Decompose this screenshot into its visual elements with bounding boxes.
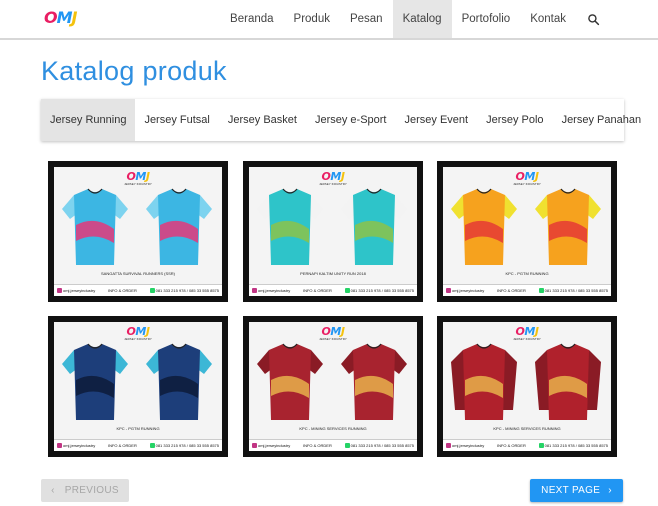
nav-item-produk[interactable]: Produk — [284, 0, 340, 38]
next-page-button[interactable]: NEXT PAGE › — [530, 479, 623, 502]
jersey-front-image — [451, 188, 517, 265]
instagram-handle: omj.jerseyindustry — [63, 287, 96, 293]
tab-jersey-running[interactable]: Jersey Running — [41, 99, 136, 141]
previous-label: PREVIOUS — [64, 485, 119, 496]
product-card[interactable]: OMJ JERSEY INDUSTRY SANGATTA SURVIVAL RUNN… — [48, 161, 228, 302]
instagram-handle: omj.jerseyindustry — [63, 442, 96, 448]
phone-numbers: 081 333 215 978 / 085 33 555 8575 — [350, 442, 414, 448]
instagram-icon — [252, 443, 257, 449]
product-card[interactable]: OMJ JERSEY INDUSTRY KPC - MINING SERVICES … — [437, 316, 617, 457]
whatsapp-icon — [344, 443, 350, 449]
card-footer: omj.jerseyindustry INFO & ORDER 081 333 21… — [54, 439, 222, 451]
info-order: INFO & ORDER — [107, 443, 137, 448]
nav-item-portofolio[interactable]: Portofolio — [452, 0, 521, 38]
info-order: INFO & ORDER — [302, 288, 332, 293]
jersey-back-image — [341, 188, 407, 265]
jersey-front-image — [62, 188, 128, 265]
jersey-back-image — [341, 343, 407, 420]
jersey-back-image — [146, 188, 212, 265]
instagram-icon — [57, 288, 62, 294]
product-caption: KPC - PGTM RUNNING — [505, 271, 549, 276]
phone-numbers: 081 333 215 978 / 085 33 555 8575 — [155, 442, 219, 448]
product-image: OMJ JERSEY INDUSTRY KPC - MINING SERVICES … — [249, 322, 417, 451]
instagram-icon — [252, 288, 257, 294]
nav-item-kontak[interactable]: Kontak — [520, 0, 576, 38]
chevron-right-icon: › — [608, 485, 612, 496]
nav-item-beranda[interactable]: Beranda — [220, 0, 283, 38]
product-image: OMJ JERSEY INDUSTRY KPC - PGTM RUNNING omj.… — [54, 322, 222, 451]
product-image: OMJ JERSEY INDUSTRY SANGATTA SURVIVAL RUNN… — [54, 167, 222, 296]
card-footer: omj.jerseyindustry INFO & ORDER 081 333 21… — [54, 284, 222, 296]
instagram-icon — [57, 443, 62, 449]
tab-jersey-e-sport[interactable]: Jersey e-Sport — [306, 99, 396, 141]
product-image: OMJ JERSEY INDUSTRY KPC - MINING SERVICES … — [443, 322, 611, 451]
jersey-front-image — [257, 343, 323, 420]
previous-page-button[interactable]: ‹ PREVIOUS — [41, 479, 129, 502]
next-label: NEXT PAGE — [541, 485, 601, 496]
whatsapp-icon — [538, 288, 544, 294]
search-button[interactable] — [576, 0, 610, 38]
whatsapp-icon — [344, 288, 350, 294]
card-footer: omj.jerseyindustry INFO & ORDER 081 333 21… — [443, 439, 611, 451]
product-caption: PERNAPI KALTIM UNITY RUN 2018 — [300, 271, 366, 276]
instagram-handle: omj.jerseyindustry — [452, 287, 485, 293]
product-card[interactable]: OMJ JERSEY INDUSTRY KPC - MINING SERVICES … — [243, 316, 423, 457]
card-footer: omj.jerseyindustry INFO & ORDER 081 333 21… — [249, 284, 417, 296]
tab-jersey-polo[interactable]: Jersey Polo — [477, 99, 552, 141]
tab-jersey-futsal[interactable]: Jersey Futsal — [135, 99, 218, 141]
category-tabs: Jersey Running Jersey Futsal Jersey Basket… — [41, 99, 641, 141]
product-caption: KPC - PGTM RUNNING — [116, 426, 160, 431]
top-navbar: OMJ Beranda Produk Pesan Katalog Portofolio K… — [0, 0, 658, 40]
info-order: INFO & ORDER — [107, 288, 137, 293]
tab-jersey-basket[interactable]: Jersey Basket — [219, 99, 306, 141]
jersey-front-image — [451, 343, 517, 420]
brand-logo[interactable]: OMJ — [44, 8, 80, 30]
product-grid: OMJ JERSEY INDUSTRY SANGATTA SURVIVAL RUNN… — [48, 161, 618, 459]
whatsapp-icon — [149, 288, 155, 294]
product-image: OMJ JERSEY INDUSTRY PERNAPI KALTIM UNITY R… — [249, 167, 417, 296]
product-caption: SANGATTA SURVIVAL RUNNERS (SSR) — [100, 271, 175, 276]
page-title: Katalog produk — [41, 56, 227, 86]
main-nav: Beranda Produk Pesan Katalog Portofolio Konta… — [220, 0, 610, 40]
whatsapp-icon — [538, 443, 544, 449]
phone-numbers: 081 333 215 978 / 085 33 555 8575 — [155, 287, 219, 293]
instagram-icon — [446, 443, 451, 449]
instagram-handle: omj.jerseyindustry — [258, 287, 291, 293]
product-caption: KPC - MINING SERVICES RUNNING — [299, 426, 367, 431]
phone-numbers: 081 333 215 978 / 085 33 555 8575 — [350, 287, 414, 293]
phone-numbers: 081 333 215 978 / 085 33 555 8575 — [544, 287, 608, 293]
jersey-back-image — [535, 188, 601, 265]
nav-item-katalog[interactable]: Katalog — [392, 0, 452, 38]
whatsapp-icon — [149, 443, 155, 449]
card-footer: omj.jerseyindustry INFO & ORDER 081 333 21… — [249, 439, 417, 451]
nav-item-pesan[interactable]: Pesan — [340, 0, 393, 38]
product-card[interactable]: OMJ JERSEY INDUSTRY PERNAPI KALTIM UNITY R… — [243, 161, 423, 302]
chevron-left-icon: ‹ — [51, 485, 55, 496]
info-order: INFO & ORDER — [496, 443, 526, 448]
info-order: INFO & ORDER — [496, 288, 526, 293]
product-card[interactable]: OMJ JERSEY INDUSTRY KPC - PGTM RUNNING omj.… — [437, 161, 617, 302]
jersey-front-image — [62, 343, 128, 420]
jersey-front-image — [257, 188, 323, 265]
instagram-icon — [446, 288, 451, 294]
instagram-handle: omj.jerseyindustry — [452, 442, 485, 448]
product-caption: KPC - MINING SERVICES RUNNING — [493, 426, 561, 431]
search-icon — [587, 13, 599, 25]
tab-jersey-panahan[interactable]: Jersey Panahan — [553, 99, 651, 141]
phone-numbers: 081 333 215 978 / 085 33 555 8575 — [544, 442, 608, 448]
instagram-handle: omj.jerseyindustry — [258, 442, 291, 448]
tab-jersey-event[interactable]: Jersey Event — [395, 99, 477, 141]
product-image: OMJ JERSEY INDUSTRY KPC - PGTM RUNNING omj.… — [443, 167, 611, 296]
jersey-back-image — [146, 343, 212, 420]
card-footer: omj.jerseyindustry INFO & ORDER 081 333 21… — [443, 284, 611, 296]
jersey-back-image — [535, 343, 601, 420]
product-card[interactable]: OMJ JERSEY INDUSTRY KPC - PGTM RUNNING omj.… — [48, 316, 228, 457]
info-order: INFO & ORDER — [302, 443, 332, 448]
